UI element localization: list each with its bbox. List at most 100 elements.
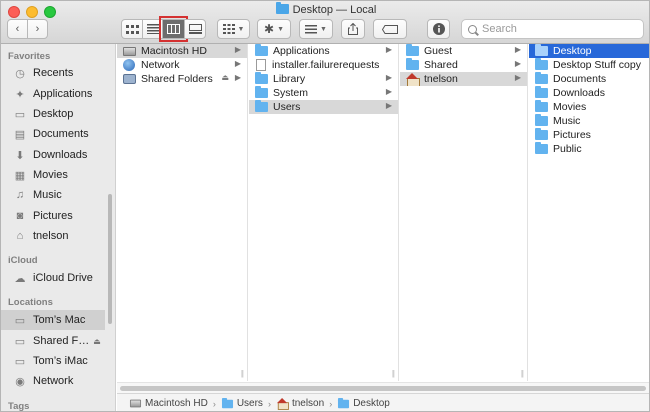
folder-icon	[255, 86, 268, 98]
list-item-shared-folders[interactable]: Shared Folders ⏏ ▶	[117, 72, 247, 86]
eject-icon[interactable]: ⏏	[221, 73, 229, 82]
list-view-button[interactable]	[142, 19, 163, 39]
list-item-system[interactable]: System ▶	[249, 86, 398, 100]
documents-icon: ▤	[14, 128, 26, 141]
back-button[interactable]: ‹	[7, 19, 28, 39]
search-icon	[468, 24, 477, 34]
forward-button[interactable]: ›	[27, 19, 48, 39]
action-button[interactable]: ✱ ▼	[257, 19, 291, 39]
sidebar-item-shared-folders[interactable]: ▭ Shared F… ⏏	[1, 331, 114, 351]
column-resize-handle[interactable]: ||	[521, 369, 524, 378]
column-view-icon	[167, 24, 180, 34]
gallery-view-button[interactable]	[184, 19, 206, 39]
music-icon: ♫	[15, 189, 25, 201]
chevron-right-icon: ▶	[514, 45, 521, 54]
chevron-right-icon: ▶	[385, 73, 392, 82]
list-item-music[interactable]: Music	[529, 114, 649, 128]
computer-icon: ▭	[14, 335, 26, 348]
hard-drive-icon	[123, 46, 136, 56]
list-item-movies[interactable]: Movies	[529, 100, 649, 114]
column-4: Desktop Desktop Stuff copy Documents Dow…	[529, 44, 649, 381]
chevron-right-icon: ▶	[385, 101, 392, 110]
list-item-tnelson[interactable]: tnelson ▶	[400, 72, 527, 86]
shared-computer-icon	[123, 74, 136, 84]
path-item-macintosh-hd[interactable]: Macintosh HD	[129, 398, 208, 409]
list-item-macintosh-hd[interactable]: Macintosh HD ▶	[117, 44, 247, 58]
path-bar: Macintosh HD › Users › tnelson › Desktop	[117, 393, 649, 411]
sidebar-item-home[interactable]: ⌂ tnelson	[1, 226, 114, 246]
list-item-pictures[interactable]: Pictures	[529, 128, 649, 142]
list-item-users[interactable]: Users ▶	[249, 100, 398, 114]
arrange-icon	[305, 24, 318, 33]
sidebar-header-tags: Tags	[8, 401, 30, 412]
horizontal-scrollbar[interactable]	[117, 382, 649, 393]
chevron-right-icon: ▶	[514, 73, 521, 82]
search-field[interactable]: Search	[461, 19, 644, 39]
home-icon: ⌂	[16, 230, 24, 242]
sidebar-item-music[interactable]: ♫ Music	[1, 185, 114, 205]
chevron-right-icon: ›	[35, 23, 40, 35]
list-item-shared[interactable]: Shared ▶	[400, 58, 527, 72]
sidebar-item-toms-imac[interactable]: ▭ Tom’s iMac	[1, 351, 114, 371]
group-by-button[interactable]: ▼	[217, 19, 250, 39]
eject-icon[interactable]: ⏏	[93, 337, 101, 346]
list-item-library[interactable]: Library ▶	[249, 72, 398, 86]
chevron-right-icon: ▶	[385, 87, 392, 96]
list-item-network[interactable]: Network ▶	[117, 58, 247, 72]
sidebar-item-pictures[interactable]: ◙ Pictures	[1, 206, 114, 226]
folder-icon	[255, 44, 268, 56]
home-icon	[406, 72, 420, 86]
path-item-users[interactable]: Users	[221, 397, 263, 409]
folder-icon	[535, 100, 548, 112]
list-item-desktop[interactable]: Desktop	[529, 44, 649, 58]
list-item-desktop-stuff-copy[interactable]: Desktop Stuff copy	[529, 58, 649, 72]
window-title: Desktop — Local	[1, 2, 649, 16]
sidebar-scrollbar[interactable]	[108, 194, 112, 324]
sidebar: Favorites ◷ Recents ✦ Applications ▭ Deskto…	[1, 44, 116, 412]
sidebar-item-desktop[interactable]: ▭ Desktop	[1, 104, 114, 124]
tags-button[interactable]	[373, 19, 407, 39]
sidebar-item-downloads[interactable]: ⬇ Downloads	[1, 145, 114, 165]
downloads-icon: ⬇	[15, 149, 25, 162]
chevron-left-icon: ‹	[15, 23, 20, 35]
column-resize-handle[interactable]: ||	[392, 369, 395, 378]
column-resize-handle[interactable]: ||	[241, 369, 244, 378]
column-1: Macintosh HD ▶ Network ▶ Shared Folders ⏏ ▶ …	[117, 44, 248, 381]
document-icon	[256, 59, 266, 71]
sidebar-item-icloud-drive[interactable]: ☁ iCloud Drive	[1, 268, 114, 288]
share-button[interactable]	[341, 19, 365, 39]
folder-icon	[255, 72, 268, 84]
list-item-downloads[interactable]: Downloads	[529, 86, 649, 100]
cloud-icon: ☁	[14, 272, 26, 285]
applications-icon: ✦	[15, 88, 25, 101]
sidebar-item-applications[interactable]: ✦ Applications	[1, 84, 114, 104]
folder-icon	[535, 114, 548, 126]
arrange-button[interactable]: ▼	[299, 19, 333, 39]
list-item-documents[interactable]: Documents	[529, 72, 649, 86]
sidebar-item-network[interactable]: ◉ Network	[1, 371, 114, 391]
sidebar-item-toms-mac[interactable]: ▭ Tom’s Mac	[1, 310, 105, 330]
folder-icon	[406, 58, 419, 70]
list-item-applications[interactable]: Applications ▶	[249, 44, 398, 58]
folder-icon	[275, 2, 289, 14]
column-2: Applications ▶ installer.failurerequests …	[249, 44, 399, 381]
recents-icon: ◷	[15, 67, 25, 80]
home-icon	[276, 397, 289, 410]
get-info-button[interactable]	[427, 19, 450, 39]
path-item-desktop[interactable]: Desktop	[337, 397, 390, 409]
path-item-tnelson[interactable]: tnelson	[276, 397, 324, 410]
scrollbar-thumb[interactable]	[120, 386, 646, 391]
chevron-down-icon: ▼	[320, 25, 327, 33]
icon-view-button[interactable]	[121, 19, 143, 39]
list-item-installer-failurerequests[interactable]: installer.failurerequests	[249, 58, 398, 72]
sidebar-item-documents[interactable]: ▤ Documents	[1, 124, 114, 144]
sidebar-item-recents[interactable]: ◷ Recents	[1, 63, 114, 83]
folder-icon	[221, 397, 233, 408]
users-folder-icon	[255, 100, 268, 112]
search-placeholder: Search	[482, 23, 517, 35]
column-view-button[interactable]	[159, 16, 188, 42]
sidebar-item-movies[interactable]: ▦ Movies	[1, 165, 114, 185]
list-item-public[interactable]: Public	[529, 142, 649, 156]
column-3: Guest ▶ Shared ▶ tnelson ▶ ||	[400, 44, 528, 381]
list-item-guest[interactable]: Guest ▶	[400, 44, 527, 58]
